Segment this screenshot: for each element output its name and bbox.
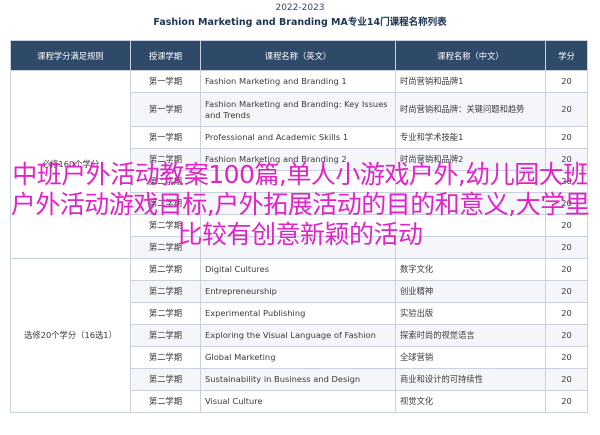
overlay-caption: 中班户外活动教案100篇,单人小游戏户外,幼儿园大班户外活动游戏目标,户外拓展活… — [10, 160, 590, 249]
credit-cell: 20 — [545, 390, 588, 413]
course-name-zh: 创业精神 — [395, 280, 546, 303]
course-name-en: Fashion Marketing and Branding 1 — [200, 70, 396, 93]
credit-cell: 20 — [545, 346, 588, 369]
course-name-zh: 数字文化 — [395, 258, 546, 281]
course-name-zh: 全球营销 — [395, 346, 546, 369]
course-name-en: Fashion Marketing and Branding: Key Issu… — [200, 92, 396, 127]
credit-cell: 20 — [545, 324, 588, 347]
table-row: 选修20个学分（16选1） 第二学期 Digital Cultures 数字文化… — [10, 258, 588, 413]
course-name-en: Entrepreneurship — [200, 280, 396, 303]
column-header-semester: 授课学期 — [130, 40, 201, 71]
semester-cell: 第一学期 — [130, 70, 201, 93]
semester-cell: 第二学期 — [130, 258, 201, 281]
header-year: 2022-2023 — [275, 3, 325, 13]
semester-cell: 第二学期 — [130, 324, 201, 347]
table-header-row: 课程学分满足规则 授课学期 课程名称（英文） 课程名称（中文） 学分 — [10, 40, 588, 71]
semester-cell: 第二学期 — [130, 368, 201, 391]
course-name-zh: 时尚营销和品牌：关键问题和趋势 — [395, 92, 546, 127]
group-label-elective: 选修20个学分（16选1） — [10, 258, 131, 413]
column-header-rule: 课程学分满足规则 — [10, 40, 131, 71]
course-name-zh: 时尚营销和品牌1 — [395, 70, 546, 93]
course-name-zh: 视觉文化 — [395, 390, 546, 413]
credit-cell: 20 — [545, 258, 588, 281]
column-header-name-zh: 课程名称（中文） — [395, 40, 546, 71]
course-name-en: Exploring the Visual Language of Fashion — [200, 324, 396, 347]
credit-cell: 20 — [545, 126, 588, 149]
column-header-name-en: 课程名称（英文） — [200, 40, 396, 71]
semester-cell: 第二学期 — [130, 280, 201, 303]
document-title: Fashion Marketing and Branding MA专业14门课程… — [153, 17, 447, 28]
course-name-zh: 商业和设计的可持续性 — [395, 368, 546, 391]
course-name-zh: 探索时尚的视觉语言 — [395, 324, 546, 347]
course-name-en: Professional and Academic Skills 1 — [200, 126, 396, 149]
course-name-zh: 实验出版 — [395, 302, 546, 325]
semester-cell: 第一学期 — [130, 92, 201, 127]
credit-cell: 20 — [545, 70, 588, 93]
course-name-en: Digital Cultures — [200, 258, 396, 281]
credit-cell: 20 — [545, 280, 588, 303]
course-name-en: Sustainability in Business and Design — [200, 368, 396, 391]
course-name-en: Experimental Publishing — [200, 302, 396, 325]
semester-cell: 第一学期 — [130, 126, 201, 149]
column-header-credit: 学分 — [545, 40, 588, 71]
semester-cell: 第二学期 — [130, 390, 201, 413]
semester-cell: 第二学期 — [130, 302, 201, 325]
credit-cell: 20 — [545, 92, 588, 127]
credit-cell: 20 — [545, 368, 588, 391]
semester-cell: 第二学期 — [130, 346, 201, 369]
credit-cell: 20 — [545, 302, 588, 325]
course-name-en: Global Marketing — [200, 346, 396, 369]
table-row: 必修160个学分 第一学期 Fashion Marketing and Bran… — [10, 70, 588, 259]
course-name-en: Visual Culture — [200, 390, 396, 413]
course-name-zh: 专业和学术技能1 — [395, 126, 546, 149]
